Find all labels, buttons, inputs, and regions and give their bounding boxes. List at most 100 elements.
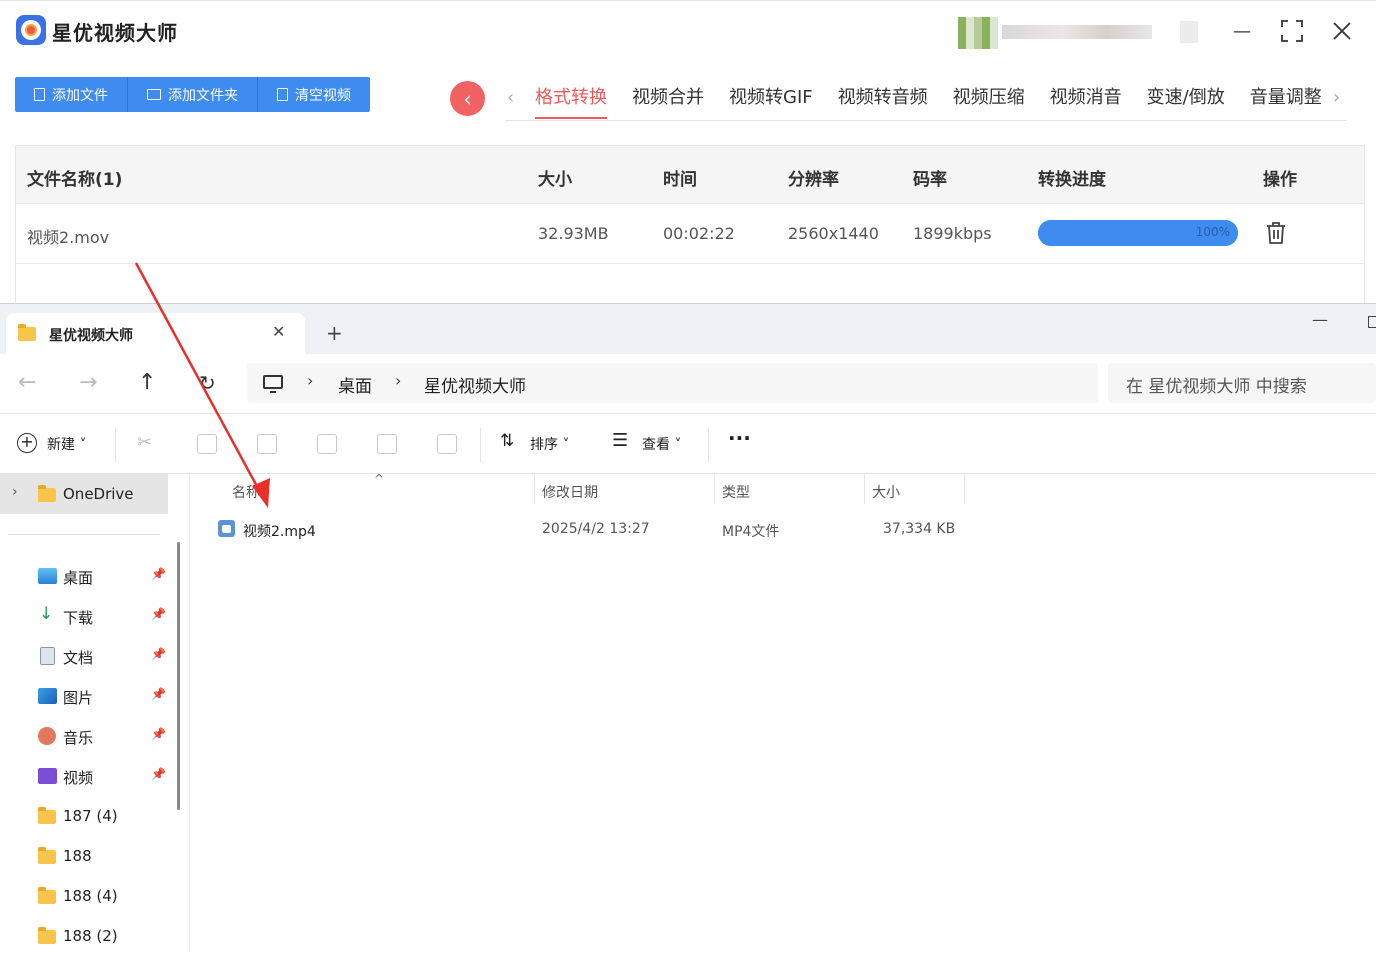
sidebar-item-folder-187-4[interactable]: 187 (4) bbox=[0, 796, 170, 836]
breadcrumb-desktop[interactable]: 桌面 bbox=[338, 372, 372, 397]
sort-button[interactable]: 排序 ˅ bbox=[530, 434, 569, 454]
chevron-right-icon[interactable]: › bbox=[12, 484, 18, 500]
delete-trash-icon[interactable] bbox=[1266, 221, 1286, 245]
tabs-prev-arrow-icon[interactable]: ‹ bbox=[507, 87, 514, 108]
sidebar-item-onedrive[interactable]: › OneDrive bbox=[0, 474, 168, 514]
pin-icon[interactable]: 📌 bbox=[151, 727, 166, 741]
cut-icon[interactable]: ✂ bbox=[137, 432, 157, 453]
trash-icon bbox=[277, 88, 288, 101]
col-size-header[interactable]: 大小 bbox=[872, 482, 900, 502]
clear-videos-button[interactable]: 清空视频 bbox=[258, 77, 370, 112]
row-bitrate: 1899kbps bbox=[913, 224, 992, 243]
sidebar-item-pictures[interactable]: 图片 📌 bbox=[0, 676, 170, 716]
explorer-tab[interactable]: 星优视频大师 ✕ bbox=[6, 313, 305, 354]
new-button[interactable]: 新建 ˅ bbox=[47, 434, 86, 454]
folder-icon bbox=[38, 847, 56, 864]
sidebar-item-downloads[interactable]: ↓ 下载 📌 bbox=[0, 596, 170, 636]
list-item[interactable]: 视频2.mp4 2025/4/2 13:27 MP4文件 37,334 KB bbox=[191, 511, 1376, 547]
add-file-button[interactable]: 添加文件 bbox=[15, 77, 128, 112]
minimize-icon[interactable]: — bbox=[1230, 19, 1254, 43]
share-icon[interactable] bbox=[377, 434, 397, 454]
tab-video-to-audio[interactable]: 视频转音频 bbox=[838, 83, 928, 119]
address-bar[interactable]: › 桌面 › 星优视频大师 bbox=[247, 363, 1098, 403]
tab-speed-reverse[interactable]: 变速/倒放 bbox=[1147, 83, 1225, 119]
maximize-icon[interactable] bbox=[1280, 19, 1304, 43]
sidebar-item-videos[interactable]: 视频 📌 bbox=[0, 756, 170, 796]
pin-icon[interactable]: 📌 bbox=[151, 687, 166, 701]
breadcrumb-separator-icon[interactable]: › bbox=[395, 371, 401, 390]
paste-icon[interactable] bbox=[257, 434, 277, 454]
folder-icon bbox=[18, 324, 36, 341]
view-button[interactable]: 查看 ˅ bbox=[642, 434, 681, 454]
back-arrow-icon[interactable]: ← bbox=[18, 370, 36, 395]
tab-video-to-gif[interactable]: 视频转GIF bbox=[729, 83, 813, 119]
explorer-tab-title: 星优视频大师 bbox=[49, 328, 133, 344]
file-type: MP4文件 bbox=[722, 524, 780, 540]
tab-close-icon[interactable]: ✕ bbox=[272, 322, 285, 341]
user-account-area[interactable] bbox=[958, 15, 1198, 49]
view-lines-icon: ☰ bbox=[612, 430, 629, 451]
breadcrumb-current-folder[interactable]: 星优视频大师 bbox=[424, 372, 526, 397]
video-app-window: 星优视频大师 — 添加文件 添加文件夹 清空视频 ‹ ‹ 格式转换 视频合并 视… bbox=[0, 0, 1376, 305]
divider bbox=[480, 428, 481, 462]
breadcrumb-separator-icon[interactable]: › bbox=[307, 371, 313, 390]
tab-video-compress[interactable]: 视频压缩 bbox=[953, 83, 1025, 119]
sidebar-item-desktop[interactable]: 桌面 📌 bbox=[0, 556, 170, 596]
pin-icon[interactable]: 📌 bbox=[151, 567, 166, 581]
col-name-header[interactable]: 名称 bbox=[232, 482, 260, 502]
folder-icon bbox=[38, 807, 56, 824]
sidebar-item-folder-188-4[interactable]: 188 (4) bbox=[0, 876, 170, 916]
download-icon: ↓ bbox=[39, 604, 54, 624]
up-arrow-icon[interactable]: ↑ bbox=[138, 370, 156, 395]
row-size: 32.93MB bbox=[538, 224, 609, 243]
sidebar-item-music[interactable]: 音乐 📌 bbox=[0, 716, 170, 756]
pin-icon[interactable]: 📌 bbox=[151, 607, 166, 621]
conversion-progress-bar: 100% bbox=[1038, 220, 1238, 246]
divider[interactable] bbox=[964, 474, 965, 504]
function-tabs: ‹ 格式转换 视频合并 视频转GIF 视频转音频 视频压缩 视频消音 变速/倒放… bbox=[505, 81, 1347, 121]
col-file-name: 文件名称(1) bbox=[27, 170, 123, 190]
tab-video-mute[interactable]: 视频消音 bbox=[1050, 83, 1122, 119]
navigation-pane: › OneDrive 桌面 📌 ↓ 下载 📌 文档 📌 图片 📌 音乐 📌 视频… bbox=[0, 474, 190, 951]
delete-icon[interactable] bbox=[437, 434, 457, 454]
sidebar-item-documents[interactable]: 文档 📌 bbox=[0, 636, 170, 676]
mp4-file-icon bbox=[218, 520, 235, 537]
search-input[interactable]: 在 星优视频大师 中搜索 bbox=[1108, 363, 1376, 403]
copy-icon[interactable] bbox=[197, 434, 217, 454]
explorer-maximize-icon[interactable] bbox=[1368, 316, 1376, 328]
sidebar-item-folder-188[interactable]: 188 bbox=[0, 836, 170, 876]
rename-icon[interactable] bbox=[317, 434, 337, 454]
close-icon[interactable] bbox=[1330, 19, 1354, 43]
music-icon bbox=[38, 727, 56, 745]
new-tab-plus-icon[interactable]: + bbox=[326, 321, 343, 345]
divider[interactable] bbox=[714, 474, 715, 504]
divider[interactable] bbox=[864, 474, 865, 504]
tab-volume-adjust[interactable]: 音量调整 bbox=[1250, 83, 1322, 119]
refresh-icon[interactable]: ↻ bbox=[199, 371, 216, 395]
sidebar-scrollbar[interactable] bbox=[177, 542, 180, 810]
col-bitrate: 码率 bbox=[913, 170, 947, 190]
sidebar-item-folder-188-2[interactable]: 188 (2) bbox=[0, 916, 170, 956]
col-modified-header[interactable]: 修改日期 bbox=[542, 482, 598, 502]
pin-icon[interactable]: 📌 bbox=[151, 767, 166, 781]
divider[interactable] bbox=[534, 474, 535, 504]
avatar[interactable] bbox=[958, 17, 998, 49]
add-folder-button[interactable]: 添加文件夹 bbox=[128, 77, 258, 112]
tab-format-convert[interactable]: 格式转换 bbox=[535, 83, 607, 119]
sort-arrows-icon: ⇅ bbox=[500, 431, 515, 451]
pin-icon[interactable]: 📌 bbox=[151, 647, 166, 661]
table-header: 文件名称(1) 大小 时间 分辨率 码率 转换进度 操作 bbox=[16, 146, 1364, 204]
explorer-minimize-icon[interactable]: — bbox=[1312, 310, 1328, 329]
table-row[interactable]: 视频2.mov 32.93MB 00:02:22 2560x1440 1899k… bbox=[16, 204, 1364, 264]
more-options-icon[interactable]: ··· bbox=[728, 426, 751, 450]
file-size: 37,334 KB bbox=[883, 521, 956, 537]
collapse-back-button[interactable]: ‹ bbox=[450, 81, 485, 116]
col-type-header[interactable]: 类型 bbox=[722, 482, 750, 502]
tab-video-merge[interactable]: 视频合并 bbox=[632, 83, 704, 119]
forward-arrow-icon[interactable]: → bbox=[79, 370, 97, 395]
col-progress: 转换进度 bbox=[1038, 170, 1106, 190]
row-resolution: 2560x1440 bbox=[788, 224, 879, 243]
divider bbox=[115, 428, 116, 462]
app-logo-icon bbox=[16, 15, 46, 45]
tabs-next-arrow-icon[interactable]: › bbox=[1333, 87, 1340, 108]
